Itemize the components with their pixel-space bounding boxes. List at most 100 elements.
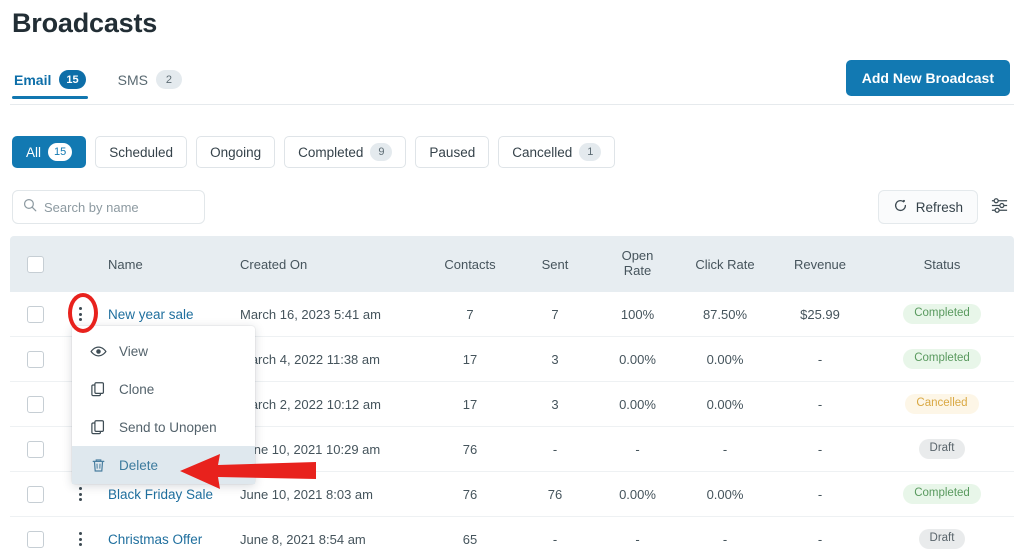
filter-pill-cancelled[interactable]: Cancelled 1 xyxy=(498,136,616,168)
filter-pill-completed-label: Completed xyxy=(298,144,364,160)
row-actions-cell xyxy=(60,528,100,550)
row-actions-cell xyxy=(60,303,100,325)
row-status-cell: Cancelled xyxy=(870,394,1014,414)
sliders-icon xyxy=(990,196,1009,218)
status-badge: Draft xyxy=(918,439,966,459)
filter-pill-ongoing[interactable]: Ongoing xyxy=(196,136,276,168)
row-contacts: 65 xyxy=(462,531,478,547)
row-contacts: 7 xyxy=(466,306,474,322)
select-all-checkbox[interactable] xyxy=(26,255,44,273)
row-status-cell: Completed xyxy=(870,484,1014,504)
column-header-revenue[interactable]: Revenue xyxy=(770,257,870,272)
filter-pill-paused[interactable]: Paused xyxy=(415,136,490,168)
tab-email-label: Email xyxy=(14,71,52,88)
dropdown-item-send-to-unopen-label: Send to Unopen xyxy=(119,419,217,435)
dropdown-item-view[interactable]: View xyxy=(72,332,255,370)
search-input[interactable] xyxy=(44,199,220,215)
tabs-divider xyxy=(10,104,1014,105)
broadcast-name-link[interactable]: Christmas Offer xyxy=(108,532,202,547)
column-header-open-rate[interactable]: Open Rate xyxy=(595,248,680,279)
row-open-rate: - xyxy=(635,441,640,457)
dropdown-item-delete[interactable]: Delete xyxy=(72,446,255,484)
row-checkbox[interactable] xyxy=(26,440,44,458)
column-header-open-rate-line1: Open xyxy=(621,248,654,264)
broadcasts-page: Broadcasts Email 15 SMS 2 Add New Broadc… xyxy=(0,0,1024,555)
row-select-cell xyxy=(10,530,60,548)
refresh-button[interactable]: Refresh xyxy=(877,190,978,224)
dropdown-item-clone[interactable]: Clone xyxy=(72,370,255,408)
row-open-rate: 100% xyxy=(620,306,655,322)
row-actions-cell xyxy=(60,483,100,505)
broadcast-name-link[interactable]: Black Friday Sale xyxy=(108,487,213,502)
row-name-cell: Christmas Offer xyxy=(100,532,240,547)
row-open-rate: 0.00% xyxy=(619,396,656,412)
status-badge: Draft xyxy=(918,529,966,549)
row-status-cell: Draft xyxy=(870,529,1014,549)
page-title: Broadcasts xyxy=(12,8,158,38)
column-header-sent[interactable]: Sent xyxy=(515,257,595,272)
tab-sms-badge: 2 xyxy=(155,70,182,89)
filter-pill-scheduled[interactable]: Scheduled xyxy=(95,136,188,168)
search-box[interactable] xyxy=(12,190,220,224)
refresh-icon xyxy=(893,198,908,216)
channel-tabs: Email 15 SMS 2 xyxy=(12,66,184,99)
row-sent: 3 xyxy=(551,351,559,367)
row-click-rate: 0.00% xyxy=(706,396,744,412)
column-header-contacts[interactable]: Contacts xyxy=(425,257,515,272)
row-checkbox[interactable] xyxy=(26,530,44,548)
row-click-rate: 0.00% xyxy=(706,351,744,367)
row-status-cell: Completed xyxy=(870,304,1014,324)
table-row[interactable]: Christmas Offer June 8, 2021 8:54 am 65 - - -… xyxy=(10,517,1014,555)
add-new-broadcast-button[interactable]: Add New Broadcast xyxy=(845,60,1010,96)
refresh-label: Refresh xyxy=(915,199,963,215)
row-select-cell xyxy=(10,350,60,368)
dropdown-item-send-to-unopen[interactable]: Send to Unopen xyxy=(72,408,255,446)
row-click-rate: 87.50% xyxy=(702,306,748,322)
row-created-on: June 8, 2021 8:54 am xyxy=(240,531,366,547)
table-settings-button[interactable] xyxy=(984,192,1014,222)
row-contacts: 17 xyxy=(462,351,478,367)
row-actions-dropdown: View Clone Send to Unopen Delete xyxy=(72,326,255,484)
filter-pill-completed-badge: 9 xyxy=(370,143,393,161)
row-created-on: June 10, 2021 8:03 am xyxy=(240,486,373,502)
tab-sms-label: SMS xyxy=(117,71,148,88)
filter-pill-paused-label: Paused xyxy=(429,144,476,160)
tab-email-badge: 15 xyxy=(59,70,86,89)
filter-pill-all-label: All xyxy=(26,144,42,160)
row-name-cell: Black Friday Sale xyxy=(100,487,240,502)
row-checkbox[interactable] xyxy=(26,350,44,368)
row-created-on: March 16, 2023 5:41 am xyxy=(240,306,381,322)
row-contacts: 76 xyxy=(462,441,478,457)
dropdown-item-view-label: View xyxy=(119,343,149,359)
row-checkbox[interactable] xyxy=(26,305,44,323)
row-actions-kebab-icon[interactable] xyxy=(73,303,88,325)
row-revenue: $25.99 xyxy=(800,306,840,322)
column-header-status[interactable]: Status xyxy=(870,257,1014,272)
column-header-click-rate[interactable]: Click Rate xyxy=(680,257,770,272)
row-status-cell: Completed xyxy=(870,349,1014,369)
row-open-rate: - xyxy=(635,531,640,547)
row-actions-kebab-icon[interactable] xyxy=(73,528,88,550)
status-filter-group: All 15 Scheduled Ongoing Completed 9 Pau… xyxy=(12,136,616,168)
search-icon xyxy=(23,198,37,217)
filter-pill-ongoing-label: Ongoing xyxy=(210,144,262,160)
filter-pill-scheduled-label: Scheduled xyxy=(109,144,174,160)
filter-pill-cancelled-label: Cancelled xyxy=(512,144,573,160)
filter-pill-all[interactable]: All 15 xyxy=(12,136,87,168)
row-revenue: - xyxy=(817,351,823,367)
row-checkbox[interactable] xyxy=(26,395,44,413)
row-status-cell: Draft xyxy=(870,439,1014,459)
broadcast-name-link[interactable]: New year sale xyxy=(108,307,194,322)
column-header-created-on[interactable]: Created On xyxy=(240,257,425,272)
column-header-name[interactable]: Name xyxy=(100,257,240,272)
row-created-on: June 10, 2021 10:29 am xyxy=(240,441,381,457)
trash-icon xyxy=(89,456,107,474)
tab-sms[interactable]: SMS 2 xyxy=(116,66,184,99)
row-revenue: - xyxy=(817,441,823,457)
row-actions-kebab-icon[interactable] xyxy=(73,483,88,505)
status-badge: Completed xyxy=(903,484,981,504)
tab-email[interactable]: Email 15 xyxy=(12,66,88,99)
filter-pill-completed[interactable]: Completed 9 xyxy=(284,136,407,168)
row-sent: 3 xyxy=(551,396,559,412)
row-checkbox[interactable] xyxy=(26,485,44,503)
